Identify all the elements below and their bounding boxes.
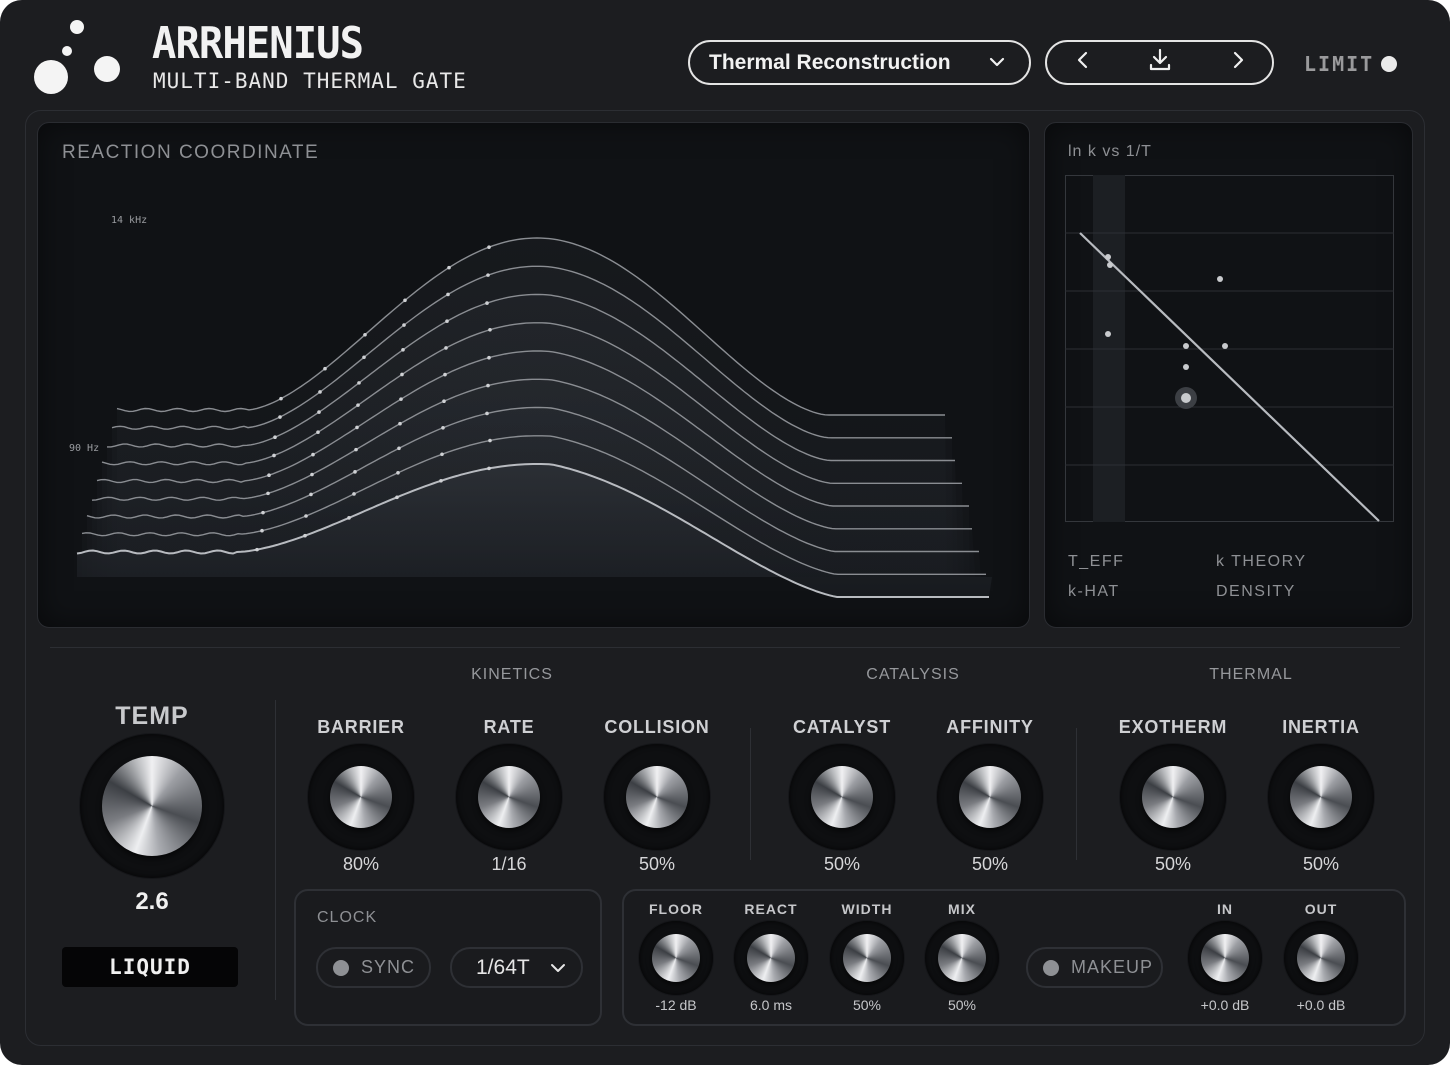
preset-name: Thermal Reconstruction [709,50,951,74]
prev-preset-button[interactable] [1063,42,1103,83]
in-value: +0.0 dB [1200,997,1250,1013]
makeup-indicator [1043,959,1059,976]
floor-knob[interactable] [639,921,713,995]
temp-label: TEMP [115,702,189,730]
limit-toggle[interactable] [1381,56,1397,72]
temp-separator [275,700,276,1000]
chevron-left-icon [1074,50,1092,75]
brand-subtitle: MULTI-BAND THERMAL GATE [153,69,467,93]
affinity-knob[interactable] [937,744,1043,850]
stat-k-hat: k-HAT [1068,583,1120,600]
inertia-value: 50% [1302,854,1340,874]
makeup-toggle[interactable]: MAKEUP [1026,947,1163,988]
in-label: IN [1217,901,1233,917]
stat-t-eff: T_EFF [1068,553,1125,570]
limit-label: LIMIT [1304,52,1375,76]
preset-selector[interactable]: Thermal Reconstruction [688,40,1031,85]
catalyst-value: 50% [823,854,861,874]
chevron-down-icon [549,959,567,982]
reaction-waterfall-display[interactable] [37,122,1030,628]
rate-value: 1/16 [491,854,527,874]
plugin-window: ARRHENIUS MULTI-BAND THERMAL GATE Therma… [0,0,1450,1065]
kinetics-separator [750,728,751,860]
makeup-label: MAKEUP [1071,957,1154,977]
width-knob[interactable] [830,921,904,995]
out-knob[interactable] [1284,921,1358,995]
sync-label: SYNC [361,957,416,977]
section-thermal: THERMAL [1209,666,1293,683]
react-label: REACT [744,901,798,917]
floor-value: -12 dB [655,997,697,1013]
affinity-value: 50% [971,854,1009,874]
catalysis-separator [1076,728,1077,860]
react-knob[interactable] [734,921,808,995]
clock-label: CLOCK [317,909,378,926]
download-icon [1147,47,1173,78]
exotherm-value: 50% [1154,854,1192,874]
chevron-down-icon [987,52,1007,78]
react-value: 6.0 ms [749,997,792,1013]
next-preset-button[interactable] [1218,42,1258,83]
arrhenius-plot-title: ln k vs 1/T [1068,143,1152,160]
in-knob[interactable] [1188,921,1262,995]
barrier-value: 80% [342,854,380,874]
collision-knob[interactable] [604,744,710,850]
section-divider [50,647,1400,648]
temp-value: 2.6 [135,888,169,915]
catalyst-knob[interactable] [789,744,895,850]
save-preset-button[interactable] [1140,42,1180,83]
sync-toggle[interactable]: SYNC [316,947,431,988]
catalyst-label: CATALYST [792,717,892,737]
temp-knob[interactable] [80,734,224,878]
section-kinetics: KINETICS [471,666,553,683]
exotherm-knob[interactable] [1120,744,1226,850]
chevron-right-icon [1229,50,1247,75]
width-value: 50% [852,997,882,1013]
collision-value: 50% [638,854,676,874]
sync-indicator [333,959,349,976]
out-value: +0.0 dB [1296,997,1346,1013]
barrier-label: BARRIER [317,717,405,737]
arrhenius-plot [1065,175,1394,522]
barrier-knob[interactable] [308,744,414,850]
stat-k-theory: k THEORY [1216,553,1307,570]
state-display: LIQUID [62,947,238,987]
mix-knob[interactable] [925,921,999,995]
rate-label: RATE [483,717,535,737]
section-catalysis: CATALYSIS [866,666,960,683]
mix-label: MIX [948,901,976,917]
rate-knob[interactable] [456,744,562,850]
affinity-label: AFFINITY [946,717,1034,737]
mix-value: 50% [947,997,977,1013]
inertia-knob[interactable] [1268,744,1374,850]
preset-nav [1045,40,1274,85]
floor-label: FLOOR [649,901,703,917]
brand-logo [30,14,130,104]
inertia-label: INERTIA [1282,717,1360,737]
brand-title: ARRHENIUS [152,18,364,69]
clock-division-select[interactable]: 1/64T [450,947,583,988]
width-label: WIDTH [841,901,893,917]
stat-density: DENSITY [1216,583,1296,600]
exotherm-label: EXOTHERM [1118,717,1228,737]
collision-label: COLLISION [604,717,710,737]
out-label: OUT [1304,901,1338,917]
clock-division-value: 1/64T [476,955,530,979]
